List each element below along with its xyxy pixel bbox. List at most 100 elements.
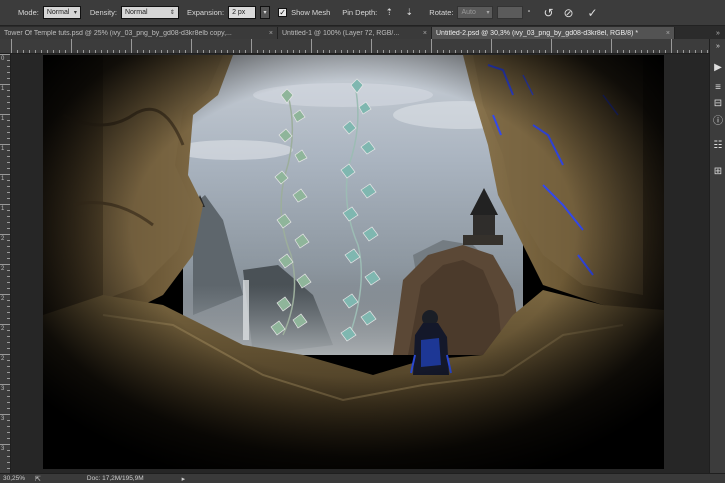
ruler-tick [311,39,312,53]
pin-depth-label: Pin Depth: [342,8,378,17]
ruler-tick [383,50,384,53]
export-icon[interactable]: ⇱ [35,475,41,483]
rotate-dropdown[interactable]: Auto ▾ [457,6,494,19]
close-icon[interactable]: × [666,30,670,37]
adjustments-panel-icon[interactable]: ⊞ [712,165,724,177]
ruler-tick [89,50,90,53]
ruler-tick [0,84,10,85]
ruler-tick [7,456,10,457]
tab-overflow-icon[interactable]: » [711,27,725,39]
status-menu-arrow-icon[interactable]: ▸ [182,475,186,483]
density-dropdown[interactable]: Normal ⇕ [120,6,179,19]
ruler-tick [7,450,10,451]
ruler-tick [7,432,10,433]
ruler-tick [467,50,468,53]
ruler-tick [419,50,420,53]
tab-untitled-2[interactable]: Untitled-2.psd @ 30,3% (ivy_03_png_by_gd… [432,27,675,39]
ruler-tick [7,198,10,199]
close-icon[interactable]: × [269,30,273,37]
ruler-number: 2 [1,236,5,242]
ruler-tick [149,50,150,53]
ruler-tick [7,258,10,259]
show-mesh-checkbox[interactable]: ✓ [278,8,288,17]
ruler-number: 0 [1,56,5,62]
ruler-tick [7,222,10,223]
ruler-tick [7,240,10,241]
right-panel-dock: » ▶ ≡ ⊟ ⓘ ☷ ⊞ [709,39,725,473]
history-panel-icon[interactable]: ⊟ [712,97,724,109]
pin-depth-forward-icon[interactable]: ⇡ [381,5,397,21]
rotate-angle-input[interactable] [497,6,524,19]
undo-icon[interactable]: ↺ [540,5,556,21]
ruler-tick [7,210,10,211]
ruler-tick [539,50,540,53]
collapse-panels-icon[interactable]: » [712,40,724,52]
ruler-tick [7,246,10,247]
ruler-tick [7,96,10,97]
info-panel-icon[interactable]: ⓘ [712,113,724,127]
ruler-tick [317,50,318,53]
horizontal-ruler[interactable] [0,39,709,54]
ruler-tick [371,39,372,53]
ruler-tick [677,50,678,53]
ruler-tick [461,50,462,53]
ruler-tick [7,270,10,271]
ruler-tick [53,50,54,53]
canvas-image [43,55,664,469]
ruler-tick [305,50,306,53]
ruler-tick [7,252,10,253]
tab-label: Untitled-1 @ 100% (Layer 72, RGB/... [282,30,400,37]
ruler-tick [545,50,546,53]
expansion-dropdown-button[interactable]: ▾ [260,6,271,19]
commit-checkmark-icon[interactable]: ✓ [584,5,600,21]
mode-dropdown[interactable]: Normal ▾ [42,6,81,19]
ruler-tick [0,414,10,415]
ruler-tick [329,50,330,53]
expansion-input[interactable]: 2 px [228,6,257,19]
ruler-number: 2 [1,326,5,332]
ruler-tick [191,39,192,53]
ruler-tick [377,50,378,53]
ruler-tick [215,50,216,53]
ruler-tick [443,50,444,53]
ruler-tick [431,39,432,53]
close-icon[interactable]: × [423,30,427,37]
ruler-tick [7,228,10,229]
vertical-ruler[interactable]: 0 1 1 1 1 1 2 2 2 2 2 3 3 3 [0,54,11,473]
ruler-tick [707,50,708,53]
ruler-tick [287,50,288,53]
ruler-tick [509,50,510,53]
expansion-label: Expansion: [186,8,225,17]
ruler-tick [7,108,10,109]
play-action-icon[interactable]: ▶ [712,61,724,73]
tab-untitled-1[interactable]: Untitled-1 @ 100% (Layer 72, RGB/... × [278,27,432,39]
ruler-tick [7,90,10,91]
ruler-tick [155,50,156,53]
tab-tower-of-temple[interactable]: Tower Of Temple tuts.psd @ 25% (ivy_03_p… [0,27,278,39]
ruler-tick [587,50,588,53]
ruler-tick [185,50,186,53]
zoom-level[interactable]: 30,25% [3,475,25,482]
ruler-tick [629,50,630,53]
layers-panel-icon[interactable]: ≡ [712,81,724,93]
ruler-tick [0,264,10,265]
ruler-tick [47,50,48,53]
cancel-icon[interactable]: ⊘ [560,5,576,21]
pin-depth-backward-icon[interactable]: ⇣ [401,5,417,21]
ruler-tick [7,426,10,427]
ruler-tick [527,50,528,53]
ruler-tick [7,192,10,193]
ruler-tick [7,126,10,127]
ruler-tick [569,50,570,53]
ruler-tick [275,50,276,53]
ruler-tick [269,50,270,53]
ruler-tick [7,342,10,343]
ruler-tick [0,294,10,295]
ruler-tick [389,50,390,53]
document-canvas[interactable] [43,55,664,469]
ruler-tick [7,180,10,181]
ruler-tick [7,72,10,73]
ruler-tick [7,66,10,67]
properties-panel-icon[interactable]: ☷ [712,139,724,151]
ruler-tick [0,324,10,325]
